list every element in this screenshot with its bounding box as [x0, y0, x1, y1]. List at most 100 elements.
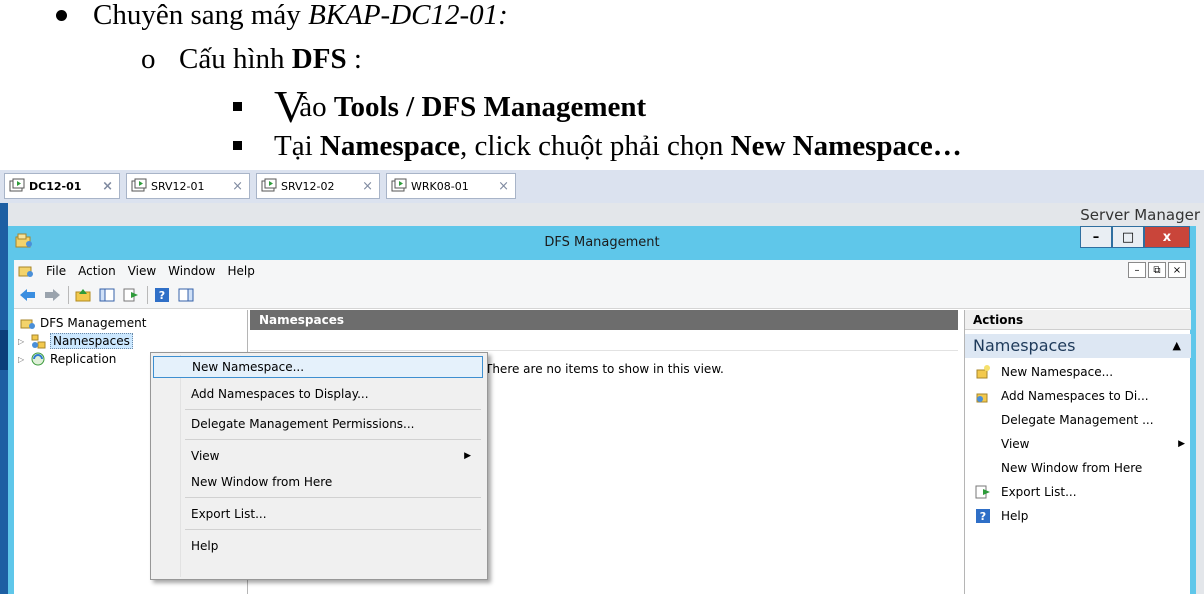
- ctx-delegate-management[interactable]: Delegate Management Permissions...: [153, 413, 483, 435]
- tab-srv12-01[interactable]: SRV12-01 ×: [126, 173, 250, 199]
- svg-text:?: ?: [980, 510, 986, 523]
- doc-line-2: o Cấu hình DFS :: [141, 43, 362, 75]
- results-column-header: [250, 331, 958, 351]
- help-icon: ?: [976, 509, 990, 523]
- vm-tab-bar: DC12-01 × SRV12-01 × SRV12-02 × WRK08-01…: [0, 170, 1204, 203]
- tab-srv12-02[interactable]: SRV12-02 ×: [256, 173, 380, 199]
- action-pane-icon: [178, 288, 194, 302]
- vm-console-icon: [131, 178, 147, 192]
- window-title: DFS Management: [544, 235, 660, 250]
- toolbar-separator: [68, 286, 69, 304]
- menu-bar: File Action View Window Help – ⧉ ×: [14, 260, 1190, 282]
- help-button[interactable]: ?: [152, 286, 172, 304]
- tab-close-icon[interactable]: ×: [232, 179, 243, 194]
- window-titlebar[interactable]: DFS Management – □ x: [8, 226, 1196, 260]
- menu-separator: [185, 439, 481, 440]
- bullet-dot-icon: [56, 9, 67, 21]
- menu-help[interactable]: Help: [228, 264, 255, 278]
- tab-wrk08-01[interactable]: WRK08-01 ×: [386, 173, 516, 199]
- desktop-edge-accent: [0, 330, 8, 370]
- doc-line-1: Chuyên sang máy BKAP-DC12-01:: [56, 0, 508, 30]
- collapse-up-icon[interactable]: ▲: [1173, 334, 1181, 358]
- expand-arrow-icon[interactable]: ▷: [18, 337, 30, 346]
- mdi-controls: – ⧉ ×: [1128, 262, 1186, 278]
- menu-separator: [185, 529, 481, 530]
- console-tree-icon: [99, 288, 115, 302]
- document-text: Chuyên sang máy BKAP-DC12-01: o Cấu hình …: [0, 0, 1204, 170]
- actions-pane: Actions Namespaces ▲ New Namespace... Ad…: [964, 310, 1191, 594]
- show-hide-tree-button[interactable]: [97, 286, 117, 304]
- tree-root-dfs-management[interactable]: DFS Management: [20, 314, 146, 332]
- results-pane-header: Namespaces: [250, 310, 958, 330]
- empty-view-message: There are no items to show in this view.: [485, 362, 724, 376]
- add-namespaces-icon: [976, 393, 988, 403]
- help-icon: ?: [155, 288, 169, 302]
- action-add-namespaces[interactable]: Add Namespaces to Di...: [965, 384, 1191, 408]
- maximize-button[interactable]: □: [1112, 226, 1144, 248]
- replication-icon: [31, 352, 45, 366]
- back-arrow-icon: [20, 289, 35, 301]
- tree-item-namespaces[interactable]: ▷ Namespaces: [18, 332, 133, 350]
- close-button[interactable]: x: [1144, 226, 1190, 248]
- bullet-square-icon: [233, 140, 242, 150]
- tab-close-icon[interactable]: ×: [102, 179, 113, 194]
- export-list-button[interactable]: [121, 286, 141, 304]
- ctx-export-list[interactable]: Export List...: [153, 503, 483, 525]
- doc-line-3: Vào Tools / DFS Management: [233, 84, 646, 130]
- tab-close-icon[interactable]: ×: [362, 179, 373, 194]
- action-delegate-management[interactable]: Delegate Management ...: [965, 408, 1191, 432]
- tree-item-replication[interactable]: ▷ Replication: [18, 350, 116, 368]
- vm-console-icon: [391, 178, 407, 192]
- tab-close-icon[interactable]: ×: [498, 179, 509, 194]
- svg-text:?: ?: [159, 289, 165, 302]
- desktop-edge: [0, 203, 8, 594]
- export-icon: [975, 485, 990, 499]
- window-controls: – □ x: [1080, 226, 1190, 248]
- vm-console-icon: [9, 178, 25, 192]
- menu-separator: [185, 409, 481, 410]
- toolbar-separator: [147, 286, 148, 304]
- mdi-restore-button[interactable]: ⧉: [1148, 262, 1166, 278]
- menu-action[interactable]: Action: [78, 264, 116, 278]
- ctx-help[interactable]: Help: [153, 535, 483, 557]
- bullet-square-icon: [233, 101, 242, 111]
- toolbar: ?: [14, 282, 1190, 309]
- ctx-new-namespace[interactable]: New Namespace...: [153, 356, 483, 378]
- mdi-close-button[interactable]: ×: [1168, 262, 1186, 278]
- ctx-add-namespaces[interactable]: Add Namespaces to Display...: [153, 383, 483, 405]
- mmc-app-icon: [18, 266, 33, 277]
- menu-file[interactable]: File: [46, 264, 66, 278]
- bullet-o: o: [141, 43, 156, 75]
- doc-line-4: Tại Namespace, click chuột phải chọn New…: [233, 131, 962, 161]
- vm-console-icon: [261, 178, 277, 192]
- namespaces-icon: [31, 334, 46, 349]
- actions-header: Actions: [965, 310, 1191, 330]
- tab-dc12-01[interactable]: DC12-01 ×: [4, 173, 120, 199]
- action-help[interactable]: ? Help: [965, 504, 1191, 528]
- export-icon: [123, 288, 138, 302]
- expand-arrow-icon[interactable]: ▷: [18, 355, 30, 364]
- ctx-view[interactable]: View ▶: [153, 445, 483, 467]
- submenu-arrow-icon: ▶: [464, 451, 471, 461]
- action-view[interactable]: View ▶: [965, 432, 1191, 456]
- menu-separator: [185, 497, 481, 498]
- dfs-management-icon: [20, 319, 35, 329]
- actions-section-namespaces[interactable]: Namespaces ▲: [965, 334, 1191, 358]
- server-manager-title: Server Manager: [1080, 206, 1200, 224]
- ctx-new-window[interactable]: New Window from Here: [153, 471, 483, 493]
- back-button[interactable]: [18, 286, 38, 304]
- menu-window[interactable]: Window: [168, 264, 215, 278]
- up-folder-button[interactable]: [73, 286, 93, 304]
- forward-arrow-icon: [45, 289, 60, 301]
- minimize-button[interactable]: –: [1080, 226, 1112, 248]
- action-export-list[interactable]: Export List...: [965, 480, 1191, 504]
- action-pane-button[interactable]: [176, 286, 196, 304]
- forward-button[interactable]: [42, 286, 62, 304]
- action-new-window[interactable]: New Window from Here: [965, 456, 1191, 480]
- mdi-minimize-button[interactable]: –: [1128, 262, 1146, 278]
- submenu-arrow-icon: ▶: [1178, 439, 1185, 449]
- menu-view[interactable]: View: [128, 264, 156, 278]
- folder-up-icon: [75, 289, 91, 302]
- action-new-namespace[interactable]: New Namespace...: [965, 360, 1191, 384]
- new-namespace-icon: [976, 365, 990, 379]
